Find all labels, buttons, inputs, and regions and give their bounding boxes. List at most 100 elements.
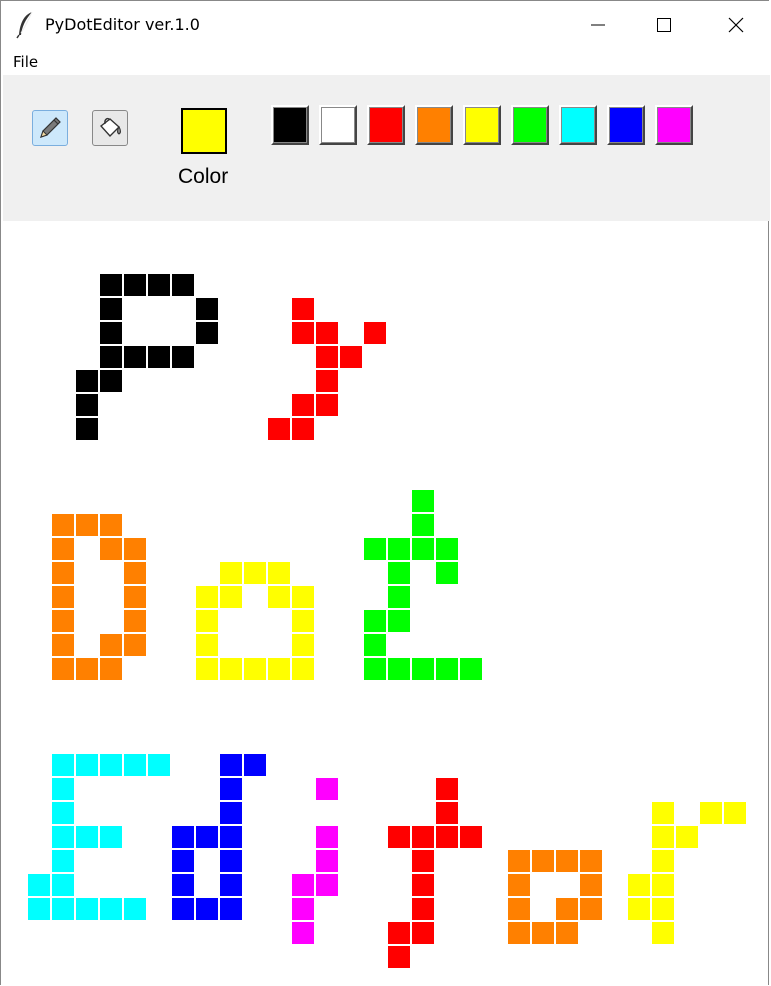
pixel-cell[interactable] bbox=[75, 753, 99, 777]
pixel-cell[interactable] bbox=[75, 657, 99, 681]
pixel-cell[interactable] bbox=[219, 849, 243, 873]
pixel-cell[interactable] bbox=[195, 825, 219, 849]
pixel-cell[interactable] bbox=[531, 849, 555, 873]
pixel-cell[interactable] bbox=[363, 321, 387, 345]
maximize-button[interactable] bbox=[641, 1, 687, 49]
pixel-cell[interactable] bbox=[315, 825, 339, 849]
pixel-cell[interactable] bbox=[195, 585, 219, 609]
pixel-cell[interactable] bbox=[411, 921, 435, 945]
pixel-cell[interactable] bbox=[411, 537, 435, 561]
pixel-cell[interactable] bbox=[171, 273, 195, 297]
pixel-cell[interactable] bbox=[123, 633, 147, 657]
pixel-cell[interactable] bbox=[99, 657, 123, 681]
pixel-cell[interactable] bbox=[219, 777, 243, 801]
pixel-cell[interactable] bbox=[387, 825, 411, 849]
pixel-cell[interactable] bbox=[555, 921, 579, 945]
pixel-cell[interactable] bbox=[75, 417, 99, 441]
pixel-cell[interactable] bbox=[267, 561, 291, 585]
pixel-cell[interactable] bbox=[27, 873, 51, 897]
pixel-cell[interactable] bbox=[651, 825, 675, 849]
pixel-cell[interactable] bbox=[171, 873, 195, 897]
pixel-cell[interactable] bbox=[195, 633, 219, 657]
pixel-cell[interactable] bbox=[123, 897, 147, 921]
pixel-cell[interactable] bbox=[123, 345, 147, 369]
pixel-cell[interactable] bbox=[627, 897, 651, 921]
pixel-cell[interactable] bbox=[51, 657, 75, 681]
palette-swatch[interactable] bbox=[655, 105, 693, 145]
pixel-cell[interactable] bbox=[435, 561, 459, 585]
pixel-cell[interactable] bbox=[387, 921, 411, 945]
pixel-cell[interactable] bbox=[435, 801, 459, 825]
pixel-cell[interactable] bbox=[291, 297, 315, 321]
pixel-cell[interactable] bbox=[411, 513, 435, 537]
pixel-cell[interactable] bbox=[363, 657, 387, 681]
pixel-cell[interactable] bbox=[267, 417, 291, 441]
pixel-cell[interactable] bbox=[99, 321, 123, 345]
pixel-cell[interactable] bbox=[219, 561, 243, 585]
palette-swatch[interactable] bbox=[607, 105, 645, 145]
pixel-cell[interactable] bbox=[579, 849, 603, 873]
pixel-cell[interactable] bbox=[195, 297, 219, 321]
pixel-cell[interactable] bbox=[51, 801, 75, 825]
pixel-cell[interactable] bbox=[291, 609, 315, 633]
pixel-cell[interactable] bbox=[555, 849, 579, 873]
pixel-cell[interactable] bbox=[99, 825, 123, 849]
drawing-canvas[interactable] bbox=[3, 221, 768, 986]
pixel-cell[interactable] bbox=[51, 513, 75, 537]
pixel-cell[interactable] bbox=[459, 825, 483, 849]
pixel-cell[interactable] bbox=[99, 369, 123, 393]
pixel-cell[interactable] bbox=[411, 657, 435, 681]
pixel-cell[interactable] bbox=[51, 849, 75, 873]
pixel-cell[interactable] bbox=[291, 921, 315, 945]
pixel-cell[interactable] bbox=[147, 345, 171, 369]
pixel-cell[interactable] bbox=[507, 849, 531, 873]
pixel-cell[interactable] bbox=[507, 873, 531, 897]
fill-bucket-tool-button[interactable] bbox=[92, 110, 128, 146]
pixel-cell[interactable] bbox=[51, 609, 75, 633]
pixel-cell[interactable] bbox=[51, 897, 75, 921]
pixel-cell[interactable] bbox=[219, 873, 243, 897]
pixel-cell[interactable] bbox=[243, 753, 267, 777]
pixel-cell[interactable] bbox=[291, 321, 315, 345]
palette-swatch[interactable] bbox=[463, 105, 501, 145]
pixel-cell[interactable] bbox=[411, 849, 435, 873]
pixel-cell[interactable] bbox=[243, 657, 267, 681]
pixel-cell[interactable] bbox=[579, 873, 603, 897]
pixel-cell[interactable] bbox=[147, 273, 171, 297]
pixel-cell[interactable] bbox=[51, 585, 75, 609]
pixel-cell[interactable] bbox=[123, 561, 147, 585]
pixel-cell[interactable] bbox=[75, 825, 99, 849]
pixel-cell[interactable] bbox=[315, 873, 339, 897]
pixel-cell[interactable] bbox=[651, 849, 675, 873]
pixel-cell[interactable] bbox=[459, 657, 483, 681]
pixel-cell[interactable] bbox=[99, 537, 123, 561]
pixel-cell[interactable] bbox=[651, 873, 675, 897]
pixel-cell[interactable] bbox=[291, 657, 315, 681]
pencil-tool-button[interactable] bbox=[32, 110, 68, 146]
pixel-cell[interactable] bbox=[267, 585, 291, 609]
pixel-cell[interactable] bbox=[195, 897, 219, 921]
pixel-cell[interactable] bbox=[99, 513, 123, 537]
pixel-cell[interactable] bbox=[651, 897, 675, 921]
pixel-cell[interactable] bbox=[411, 897, 435, 921]
palette-swatch[interactable] bbox=[367, 105, 405, 145]
pixel-cell[interactable] bbox=[291, 897, 315, 921]
pixel-cell[interactable] bbox=[171, 825, 195, 849]
pixel-cell[interactable] bbox=[723, 801, 747, 825]
pixel-cell[interactable] bbox=[219, 657, 243, 681]
pixel-cell[interactable] bbox=[123, 273, 147, 297]
palette-swatch[interactable] bbox=[511, 105, 549, 145]
pixel-cell[interactable] bbox=[75, 897, 99, 921]
pixel-cell[interactable] bbox=[123, 537, 147, 561]
pixel-cell[interactable] bbox=[219, 585, 243, 609]
pixel-cell[interactable] bbox=[651, 921, 675, 945]
pixel-cell[interactable] bbox=[99, 273, 123, 297]
pixel-cell[interactable] bbox=[315, 369, 339, 393]
pixel-cell[interactable] bbox=[363, 537, 387, 561]
pixel-cell[interactable] bbox=[51, 777, 75, 801]
pixel-cell[interactable] bbox=[27, 897, 51, 921]
pixel-cell[interactable] bbox=[171, 345, 195, 369]
pixel-cell[interactable] bbox=[99, 753, 123, 777]
pixel-cell[interactable] bbox=[171, 897, 195, 921]
pixel-cell[interactable] bbox=[267, 657, 291, 681]
